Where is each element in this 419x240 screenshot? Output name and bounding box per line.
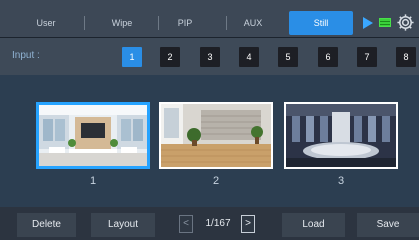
still-thumbnail[interactable] [159,102,273,169]
still-caption: 2 [212,175,220,187]
previous-page-button[interactable]: < [179,215,193,233]
tab-user[interactable]: User [20,12,72,34]
tab-divider [84,16,85,30]
tab-divider [158,16,159,30]
tab-aux[interactable]: AUX [230,12,276,34]
studio-image [161,104,271,167]
input-button-7[interactable]: 7 [357,47,377,67]
tab-still[interactable]: Still [289,11,353,35]
still-thumbnail[interactable] [36,102,150,169]
load-button[interactable]: Load [282,213,345,237]
input-button-1[interactable]: 1 [122,47,142,67]
still-caption: 1 [89,175,97,187]
input-button-3[interactable]: 3 [200,47,220,67]
office-image [39,105,147,166]
input-button-5[interactable]: 5 [278,47,298,67]
page-navigator: < 1/167 > [175,214,261,236]
input-selector-bar: Input : 1 2 3 4 5 6 7 8 [0,38,419,75]
tab-pip[interactable]: PIP [162,12,208,34]
tab-divider [226,16,227,30]
tab-wipe[interactable]: Wipe [96,12,148,34]
input-button-4[interactable]: 4 [239,47,259,67]
input-button-2[interactable]: 2 [160,47,180,67]
delete-button[interactable]: Delete [17,213,76,237]
save-button[interactable]: Save [357,213,419,237]
play-icon[interactable] [363,17,373,29]
next-page-button[interactable]: > [241,215,255,233]
page-indicator: 1/167 [205,218,231,229]
top-tab-bar: User Wipe PIP AUX Still [0,0,419,38]
still-caption: 3 [337,175,345,187]
input-button-6[interactable]: 6 [318,47,338,67]
still-thumbnail[interactable] [284,102,398,169]
input-label: Input : [12,50,40,61]
gear-icon[interactable] [396,13,415,32]
layout-button[interactable]: Layout [91,213,155,237]
round-studio-image [286,104,396,167]
green-bars-icon[interactable] [379,18,391,27]
still-gallery: 1 2 3 [0,75,419,207]
input-button-8[interactable]: 8 [396,47,416,67]
bottom-toolbar: Delete Layout < 1/167 > Load Save [0,207,419,240]
